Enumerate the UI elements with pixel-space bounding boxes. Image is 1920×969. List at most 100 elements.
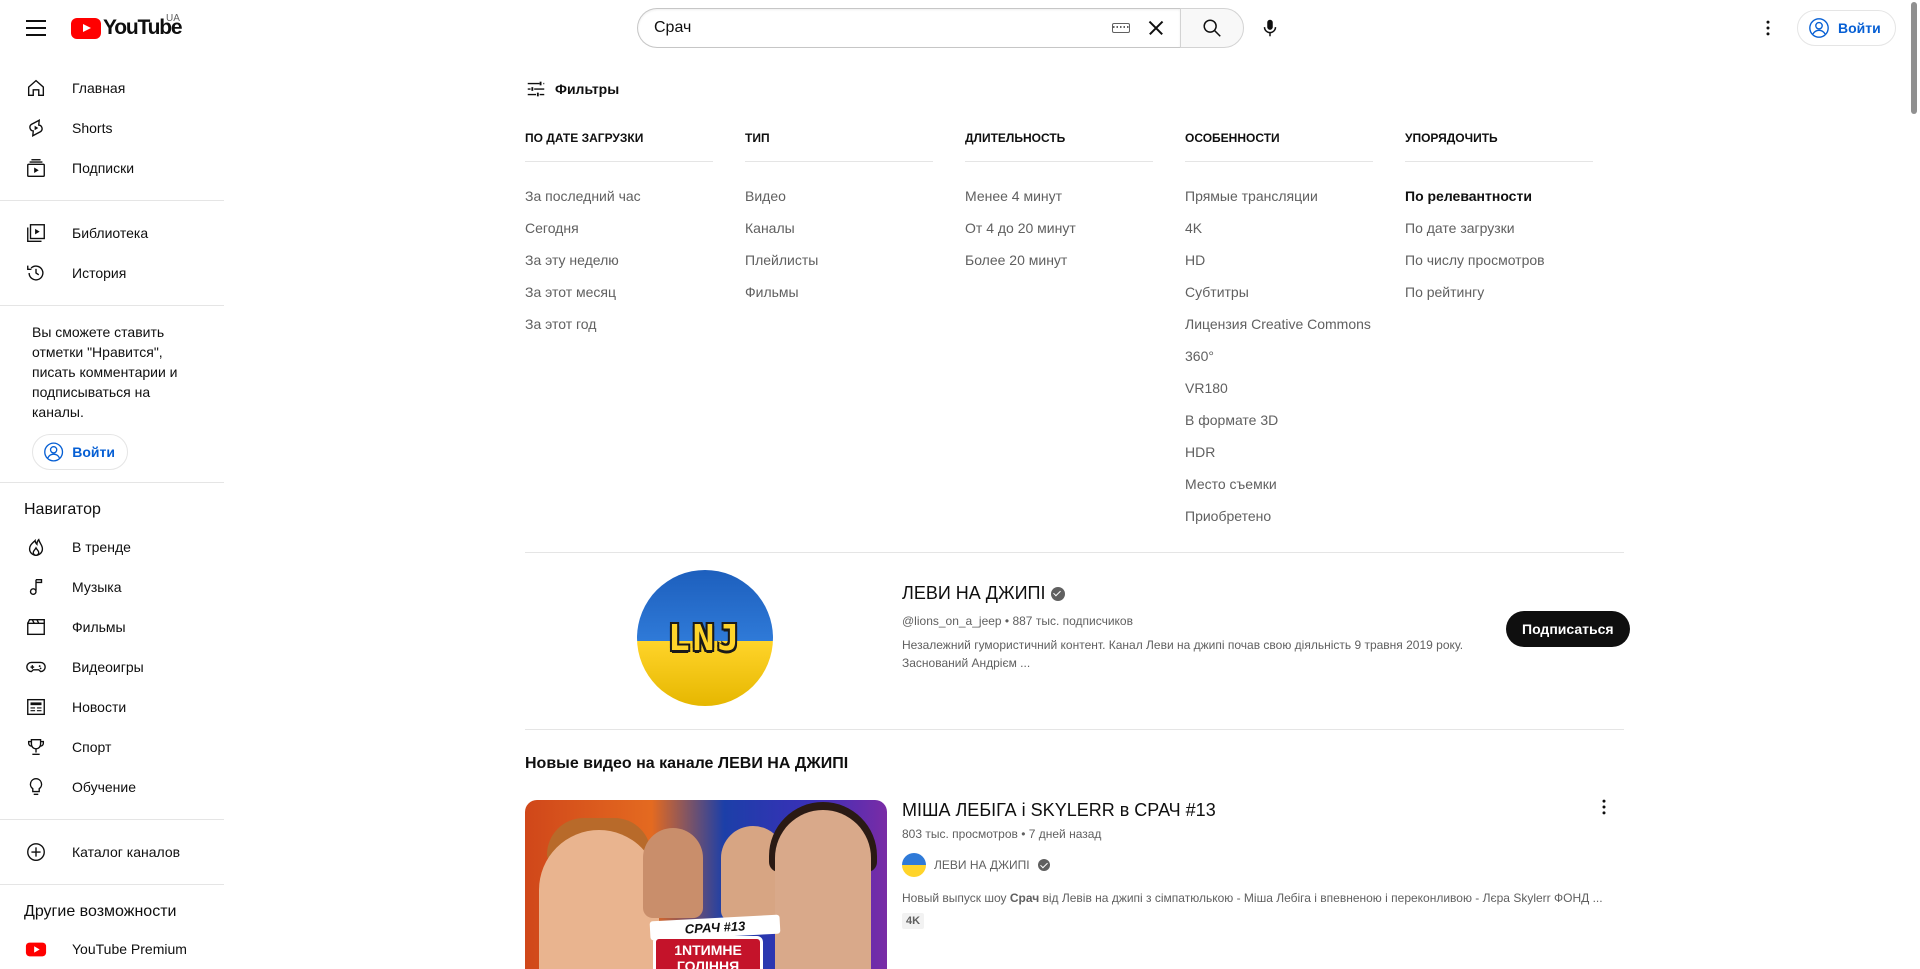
channel-description: Незалежний гумористичний контент. Канал …	[902, 638, 1464, 670]
filter-option[interactable]: Видео	[745, 180, 965, 212]
search-box[interactable]: Срач	[637, 8, 1180, 48]
account-icon	[44, 442, 64, 462]
sidebar-item-label: Фильмы	[72, 619, 126, 635]
channel-name-link[interactable]: ЛЕВИ НА ДЖИПІ	[902, 583, 1492, 604]
scrollbar-thumb[interactable]	[1911, 2, 1917, 114]
signin-button[interactable]: Войти	[1797, 10, 1896, 46]
sidebar-item-shorts[interactable]: Shorts	[0, 108, 228, 148]
thumb-figure	[775, 810, 871, 969]
video-channel-link[interactable]: ЛЕВИ НА ДЖИПІ	[902, 853, 1622, 877]
signin-label: Войти	[1838, 20, 1881, 36]
filter-option[interactable]: По числу просмотров	[1405, 244, 1625, 276]
filter-option[interactable]: Приобретено	[1185, 500, 1405, 532]
filter-option[interactable]: Сегодня	[525, 212, 745, 244]
subscribe-button[interactable]: Подписаться	[1506, 611, 1630, 647]
filter-option[interactable]: За этот год	[525, 308, 745, 340]
filter-option[interactable]: HDR	[1185, 436, 1405, 468]
more-vertical-icon	[1602, 799, 1606, 815]
sidebar-item-music[interactable]: Музыка	[0, 567, 228, 607]
menu-icon[interactable]	[20, 12, 52, 44]
sidebar-item-subscriptions[interactable]: Подписки	[0, 148, 228, 188]
filter-option[interactable]: От 4 до 20 минут	[965, 212, 1185, 244]
video-title[interactable]: МІША ЛЕБІГА і SKYLERR в СРАЧ #13	[902, 800, 1622, 821]
sidebar-item-sports[interactable]: Спорт	[0, 727, 228, 767]
filter-option[interactable]: Более 20 минут	[965, 244, 1185, 276]
filter-column-header: По дате загрузки	[525, 118, 713, 162]
sidebar-divider	[0, 200, 224, 201]
search-input[interactable]: Срач	[654, 19, 1112, 37]
sidebar-item-history[interactable]: История	[0, 253, 228, 293]
filter-option[interactable]: Субтитры	[1185, 276, 1405, 308]
country-code: UA	[166, 13, 180, 24]
filter-option[interactable]: В формате 3D	[1185, 404, 1405, 436]
keyboard-icon[interactable]	[1112, 23, 1130, 33]
channel-avatar[interactable]: LNJ	[637, 570, 773, 706]
filter-option[interactable]: 4K	[1185, 212, 1405, 244]
filter-option[interactable]: За эту неделю	[525, 244, 745, 276]
sidebar-item-label: Спорт	[72, 739, 112, 755]
sidebar-signin-button[interactable]: Войти	[32, 434, 128, 470]
filter-option[interactable]: За этот месяц	[525, 276, 745, 308]
news-icon	[24, 695, 48, 719]
filters-label: Фильтры	[555, 81, 620, 97]
clear-search-icon[interactable]	[1144, 16, 1168, 40]
filter-option[interactable]: Прямые трансляции	[1185, 180, 1405, 212]
sidebar-item-channel-catalog[interactable]: Каталог каналов	[0, 832, 228, 872]
filter-option[interactable]: Лицензия Creative Commons	[1185, 308, 1405, 340]
filter-option[interactable]: По релевантности	[1405, 180, 1625, 212]
sidebar-item-learning[interactable]: Обучение	[0, 767, 228, 807]
sidebar: Главная Shorts Подписки Библиотека Истор…	[0, 56, 228, 969]
filter-column: Упорядочить По релевантности По дате загру…	[1405, 118, 1625, 532]
masthead: YouTube UA Срач Войти	[0, 0, 1920, 56]
page-scrollbar[interactable]	[1908, 0, 1920, 969]
filter-option[interactable]: За последний час	[525, 180, 745, 212]
sidebar-item-news[interactable]: Новости	[0, 687, 228, 727]
sidebar-item-gaming[interactable]: Видеоигры	[0, 647, 228, 687]
filter-column: Особенности Прямые трансляции 4K HD Субтитры…	[1185, 118, 1405, 532]
sidebar-item-label: YouTube Premium	[72, 941, 187, 957]
thumb-caption: 1NТИМНЕ ГОЛІННЯ	[653, 936, 763, 969]
sidebar-item-youtube-premium[interactable]: YouTube Premium	[0, 929, 228, 969]
gaming-icon	[24, 655, 48, 679]
filter-option[interactable]: HD	[1185, 244, 1405, 276]
filter-sliders-icon	[527, 81, 545, 97]
navigator-title: Навигатор	[24, 501, 101, 518]
filter-column-header: Особенности	[1185, 118, 1373, 162]
search-button[interactable]	[1180, 8, 1244, 48]
sidebar-item-trending[interactable]: В тренде	[0, 527, 228, 567]
filter-options: Прямые трансляции 4K HD Субтитры Лицензия Cr…	[1185, 162, 1405, 532]
video-thumbnail[interactable]: СРАЧ #13 1NТИМНЕ ГОЛІННЯ	[525, 800, 887, 969]
thumb-figure	[539, 830, 659, 969]
sidebar-divider	[0, 305, 224, 306]
home-icon	[24, 76, 48, 100]
filter-option[interactable]: Менее 4 минут	[965, 180, 1185, 212]
filter-option[interactable]: Плейлисты	[745, 244, 965, 276]
filter-option[interactable]: Каналы	[745, 212, 965, 244]
settings-more-button[interactable]	[1752, 12, 1784, 44]
sidebar-item-movies[interactable]: Фильмы	[0, 607, 228, 647]
video-menu-button[interactable]	[1592, 795, 1616, 819]
video-channel-name: ЛЕВИ НА ДЖИПІ	[934, 858, 1030, 872]
voice-search-button[interactable]	[1250, 8, 1290, 48]
filter-column-header: Длительность	[965, 118, 1153, 162]
filter-option[interactable]: Фильмы	[745, 276, 965, 308]
desc-prefix: Новый выпуск шоу	[902, 891, 1010, 905]
filter-option[interactable]: По рейтингу	[1405, 276, 1625, 308]
filter-column: По дате загрузки За последний час Сегодня З…	[525, 118, 745, 532]
sidebar-item-home[interactable]: Главная	[0, 68, 228, 108]
youtube-logo[interactable]: YouTube	[71, 16, 183, 40]
filter-column-header: Тип	[745, 118, 933, 162]
filter-option[interactable]: По дате загрузки	[1405, 212, 1625, 244]
channel-info: ЛЕВИ НА ДЖИПІ @lions_on_a_jeep • 887 тыс…	[902, 583, 1492, 672]
filters-button[interactable]: Фильтры	[525, 78, 619, 100]
video-description: Новый выпуск шоу Срач від Левів на джипі…	[902, 891, 1614, 905]
sidebar-item-library[interactable]: Библиотека	[0, 213, 228, 253]
filter-options: За последний час Сегодня За эту неделю За э…	[525, 162, 745, 340]
sidebar-item-label: Главная	[72, 80, 126, 96]
sidebar-divider	[0, 819, 224, 820]
verified-icon	[1037, 859, 1050, 871]
lightbulb-icon	[24, 775, 48, 799]
filter-option[interactable]: Место съемки	[1185, 468, 1405, 500]
filter-option[interactable]: VR180	[1185, 372, 1405, 404]
filter-option[interactable]: 360°	[1185, 340, 1405, 372]
